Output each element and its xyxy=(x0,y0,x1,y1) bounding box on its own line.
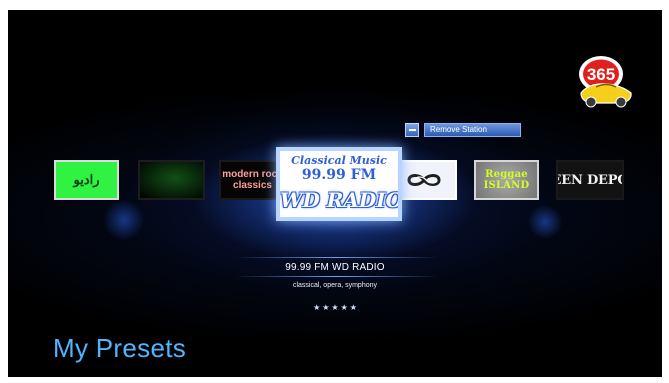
svg-text:365: 365 xyxy=(587,65,615,84)
preset-tile-label: TEEN DEPOT xyxy=(558,172,622,188)
background-orb xyxy=(104,200,144,240)
preset-tile-line-2: ISLAND xyxy=(483,180,530,191)
minus-icon[interactable] xyxy=(405,122,419,137)
preset-tile-arabic-radio[interactable]: ‫راديو‬ xyxy=(54,160,119,200)
365-logo-icon: 365 xyxy=(571,48,641,110)
preset-tile-line-2: classics xyxy=(233,180,272,191)
preset-tile-teen-depot[interactable]: TEEN DEPOT xyxy=(556,160,624,200)
selected-preset-name: WD RADIO xyxy=(280,188,402,212)
infinity-icon xyxy=(407,174,441,186)
preset-tile-infinity[interactable] xyxy=(399,160,457,200)
rating-star-icon: ★ xyxy=(331,303,339,312)
rating-star-icon: ★ xyxy=(349,303,357,312)
background-orb xyxy=(528,205,562,239)
selected-preset-tile[interactable]: Classical Music 99.99 FM WD RADIO xyxy=(276,147,402,221)
selected-preset-frequency: 99.99 FM xyxy=(301,167,377,183)
station-rating: ★ ★ ★ ★ ★ xyxy=(302,303,368,313)
preset-tile-reggae-island[interactable]: Reggae ISLAND xyxy=(474,160,539,200)
preset-tile-line-1: modern rock xyxy=(222,169,283,180)
station-title: 99.99 FM WD RADIO xyxy=(285,262,385,273)
remove-station-button[interactable]: Remove Station xyxy=(424,122,521,137)
preset-tile-label: ‫راديو‬ xyxy=(73,172,100,188)
preset-tile-green-station[interactable] xyxy=(138,160,205,200)
tv-screen: 365 Remove Station ‫راديو‬ modern rock c… xyxy=(8,10,662,377)
preset-tile-line-1: Reggae xyxy=(485,169,528,180)
rating-star-icon: ★ xyxy=(340,303,348,312)
rating-star-icon: ★ xyxy=(313,303,321,312)
station-genres: classical, opera, symphony xyxy=(292,282,378,289)
selected-preset-genre: Classical Music xyxy=(291,154,387,167)
info-divider xyxy=(236,257,438,258)
rating-star-icon: ★ xyxy=(322,303,330,312)
page-title: My Presets xyxy=(53,333,187,363)
info-divider xyxy=(236,276,438,277)
remove-station-control: Remove Station xyxy=(405,122,521,137)
